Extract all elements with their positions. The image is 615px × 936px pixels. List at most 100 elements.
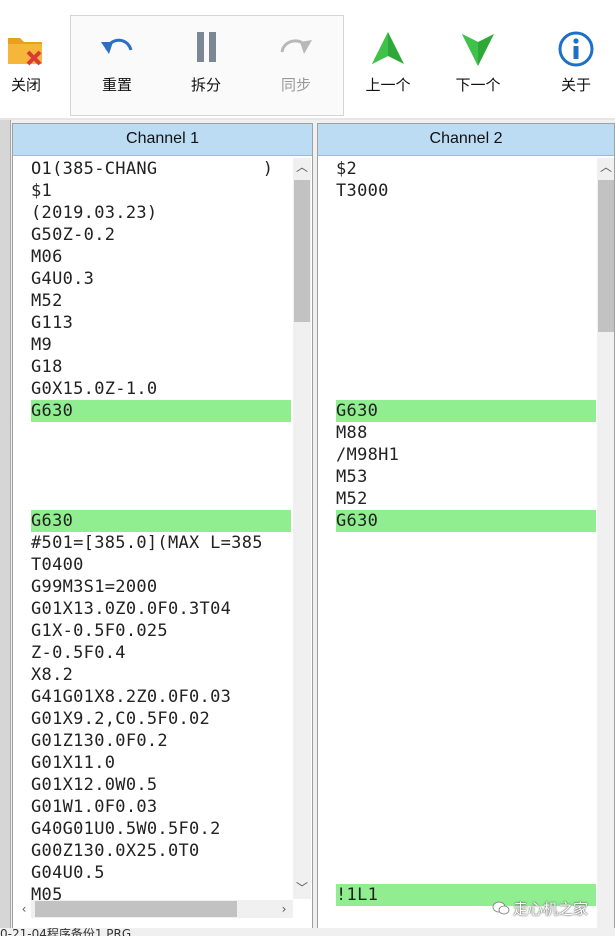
- channel-1-code-line[interactable]: [31, 444, 291, 466]
- channel-2-code-line[interactable]: [336, 642, 596, 664]
- channel-1-code-line[interactable]: G113: [31, 312, 291, 334]
- channel-2-code-line[interactable]: [336, 598, 596, 620]
- channel-2-code-line[interactable]: [336, 818, 596, 840]
- sync-button[interactable]: 同步: [261, 22, 331, 102]
- reset-button[interactable]: 重置: [82, 22, 152, 102]
- scroll-down-icon[interactable]: ﹀: [293, 879, 311, 897]
- channel-1-code-line[interactable]: G630: [31, 400, 291, 422]
- about-label: 关于: [560, 76, 591, 94]
- reset-label: 重置: [101, 76, 132, 94]
- left-edge: [0, 120, 11, 936]
- channel-2-code-line[interactable]: M52: [336, 488, 596, 510]
- status-bar: 0-21-04程序备份1.PRG: [0, 928, 615, 936]
- channel-1-code-line[interactable]: G41G01X8.2Z0.0F0.03: [31, 686, 291, 708]
- split-button[interactable]: 拆分: [171, 22, 241, 102]
- channel-2-code-line[interactable]: G630: [336, 400, 596, 422]
- channel-1-code-line[interactable]: (2019.03.23): [31, 202, 291, 224]
- close-label: 关闭: [10, 76, 41, 94]
- channel-1-code-line[interactable]: G01Z130.0F0.2: [31, 730, 291, 752]
- close-button[interactable]: 关闭: [0, 22, 61, 102]
- channel-1-code-line[interactable]: O1(385-CHANG ): [31, 158, 291, 180]
- channel-2-code-line[interactable]: [336, 620, 596, 642]
- channel-2-code-line[interactable]: [336, 576, 596, 598]
- sync-label: 同步: [280, 76, 311, 94]
- scroll-right-icon[interactable]: ›: [275, 900, 293, 918]
- channel-1-code-line[interactable]: $1: [31, 180, 291, 202]
- channel-2-panel: Channel 2 $2 T3000 G630 M88/M98H1 M53 M52 G630…: [317, 123, 615, 936]
- channel-1-code-line[interactable]: G00Z130.0X25.0T0: [31, 840, 291, 862]
- channel-2-code-line[interactable]: [336, 708, 596, 730]
- channel-1-code-line[interactable]: Z-0.5F0.4: [31, 642, 291, 664]
- channel-1-code-line[interactable]: [31, 422, 291, 444]
- channel-1-code-line[interactable]: X8.2: [31, 664, 291, 686]
- channel-2-code-line[interactable]: [336, 268, 596, 290]
- channel-1-code-line[interactable]: G01X12.0W0.5: [31, 774, 291, 796]
- scroll-up-icon[interactable]: ︿: [597, 158, 614, 176]
- channel-2-code-line[interactable]: [336, 862, 596, 884]
- arrow-up-icon: [372, 32, 404, 64]
- channel-1-code[interactable]: O1(385-CHANG ) $1 (2019.03.23) G50Z-0.2 M06 G…: [31, 158, 291, 906]
- channel-2-code-line[interactable]: [336, 730, 596, 752]
- channel-1-code-line[interactable]: T0400: [31, 554, 291, 576]
- channel-1-code-line[interactable]: [31, 466, 291, 488]
- previous-button[interactable]: 上一个: [353, 22, 423, 102]
- channel-2-code-line[interactable]: /M98H1: [336, 444, 596, 466]
- channel-1-code-line[interactable]: G01X9.2,C0.5F0.02: [31, 708, 291, 730]
- channel-1-code-line[interactable]: M9: [31, 334, 291, 356]
- channel-1-code-line[interactable]: M06: [31, 246, 291, 268]
- channel-1-code-line[interactable]: G99M3S1=2000: [31, 576, 291, 598]
- channel-1-code-line[interactable]: G04U0.5: [31, 862, 291, 884]
- channel-1-code-line[interactable]: G4U0.3: [31, 268, 291, 290]
- channel-2-code-line[interactable]: T3000: [336, 180, 596, 202]
- channel-1-code-line[interactable]: [31, 488, 291, 510]
- wechat-icon: [492, 901, 510, 915]
- channel-2-code-line[interactable]: [336, 752, 596, 774]
- scroll-left-icon[interactable]: ‹: [15, 900, 33, 918]
- channel-2-code-line[interactable]: M53: [336, 466, 596, 488]
- channel-2-code-line[interactable]: M88: [336, 422, 596, 444]
- channel-1-code-line[interactable]: G01X11.0: [31, 752, 291, 774]
- channel-2-code-line[interactable]: [336, 532, 596, 554]
- channel-1-header: Channel 1: [13, 124, 312, 156]
- channel-2-code-line[interactable]: [336, 202, 596, 224]
- channel-2-code-line[interactable]: [336, 796, 596, 818]
- channel-2-code-line[interactable]: [336, 686, 596, 708]
- channel-2-vscroll-thumb[interactable]: [598, 180, 614, 332]
- channel-2-code-line[interactable]: [336, 334, 596, 356]
- channel-1-code-line[interactable]: #501=[385.0](MAX L=385: [31, 532, 291, 554]
- channel-1-code-line[interactable]: G40G01U0.5W0.5F0.2: [31, 818, 291, 840]
- channel-2-code-line[interactable]: [336, 224, 596, 246]
- channel-1-hscrollbar[interactable]: ‹ ›: [22, 900, 293, 918]
- channel-2-code-line[interactable]: [336, 290, 596, 312]
- channel-1-code-line[interactable]: G630: [31, 510, 291, 532]
- info-icon: [558, 31, 594, 67]
- channel-1-hscroll-thumb[interactable]: [35, 901, 237, 917]
- channel-2-vscrollbar[interactable]: ︿: [597, 158, 614, 935]
- channel-1-code-line[interactable]: M52: [31, 290, 291, 312]
- channel-1-code-line[interactable]: G01X13.0Z0.0F0.3T04: [31, 598, 291, 620]
- next-label: 下一个: [455, 76, 501, 94]
- channel-2-code-line[interactable]: [336, 378, 596, 400]
- scroll-up-icon[interactable]: ︿: [293, 158, 311, 176]
- channel-1-code-line[interactable]: G0X15.0Z-1.0: [31, 378, 291, 400]
- channel-2-code-line[interactable]: [336, 840, 596, 862]
- about-button[interactable]: 关于: [541, 22, 611, 102]
- channel-2-code-line[interactable]: $2: [336, 158, 596, 180]
- channel-1-code-line[interactable]: G01W1.0F0.03: [31, 796, 291, 818]
- channel-2-code-line[interactable]: [336, 774, 596, 796]
- channel-2-code-line[interactable]: G630: [336, 510, 596, 532]
- channel-2-code-line[interactable]: [336, 246, 596, 268]
- pause-icon: [197, 32, 216, 62]
- channel-2-code-line[interactable]: [336, 554, 596, 576]
- channel-1-code-line[interactable]: G18: [31, 356, 291, 378]
- next-button[interactable]: 下一个: [443, 22, 513, 102]
- channel-1-code-line[interactable]: G1X-0.5F0.025: [31, 620, 291, 642]
- channel-2-code-line[interactable]: [336, 664, 596, 686]
- channel-1-code-line[interactable]: G50Z-0.2: [31, 224, 291, 246]
- channel-2-code[interactable]: $2 T3000 G630 M88/M98H1 M53 M52 G630 !1L1: [336, 158, 596, 906]
- channel-2-code-line[interactable]: [336, 312, 596, 334]
- channel-1-vscrollbar[interactable]: ︿ ﹀: [293, 158, 311, 899]
- channel-1-panel: Channel 1 O1(385-CHANG ) $1 (2019.03.23) G5…: [12, 123, 313, 936]
- channel-2-code-line[interactable]: [336, 356, 596, 378]
- channel-1-vscroll-thumb[interactable]: [294, 180, 310, 322]
